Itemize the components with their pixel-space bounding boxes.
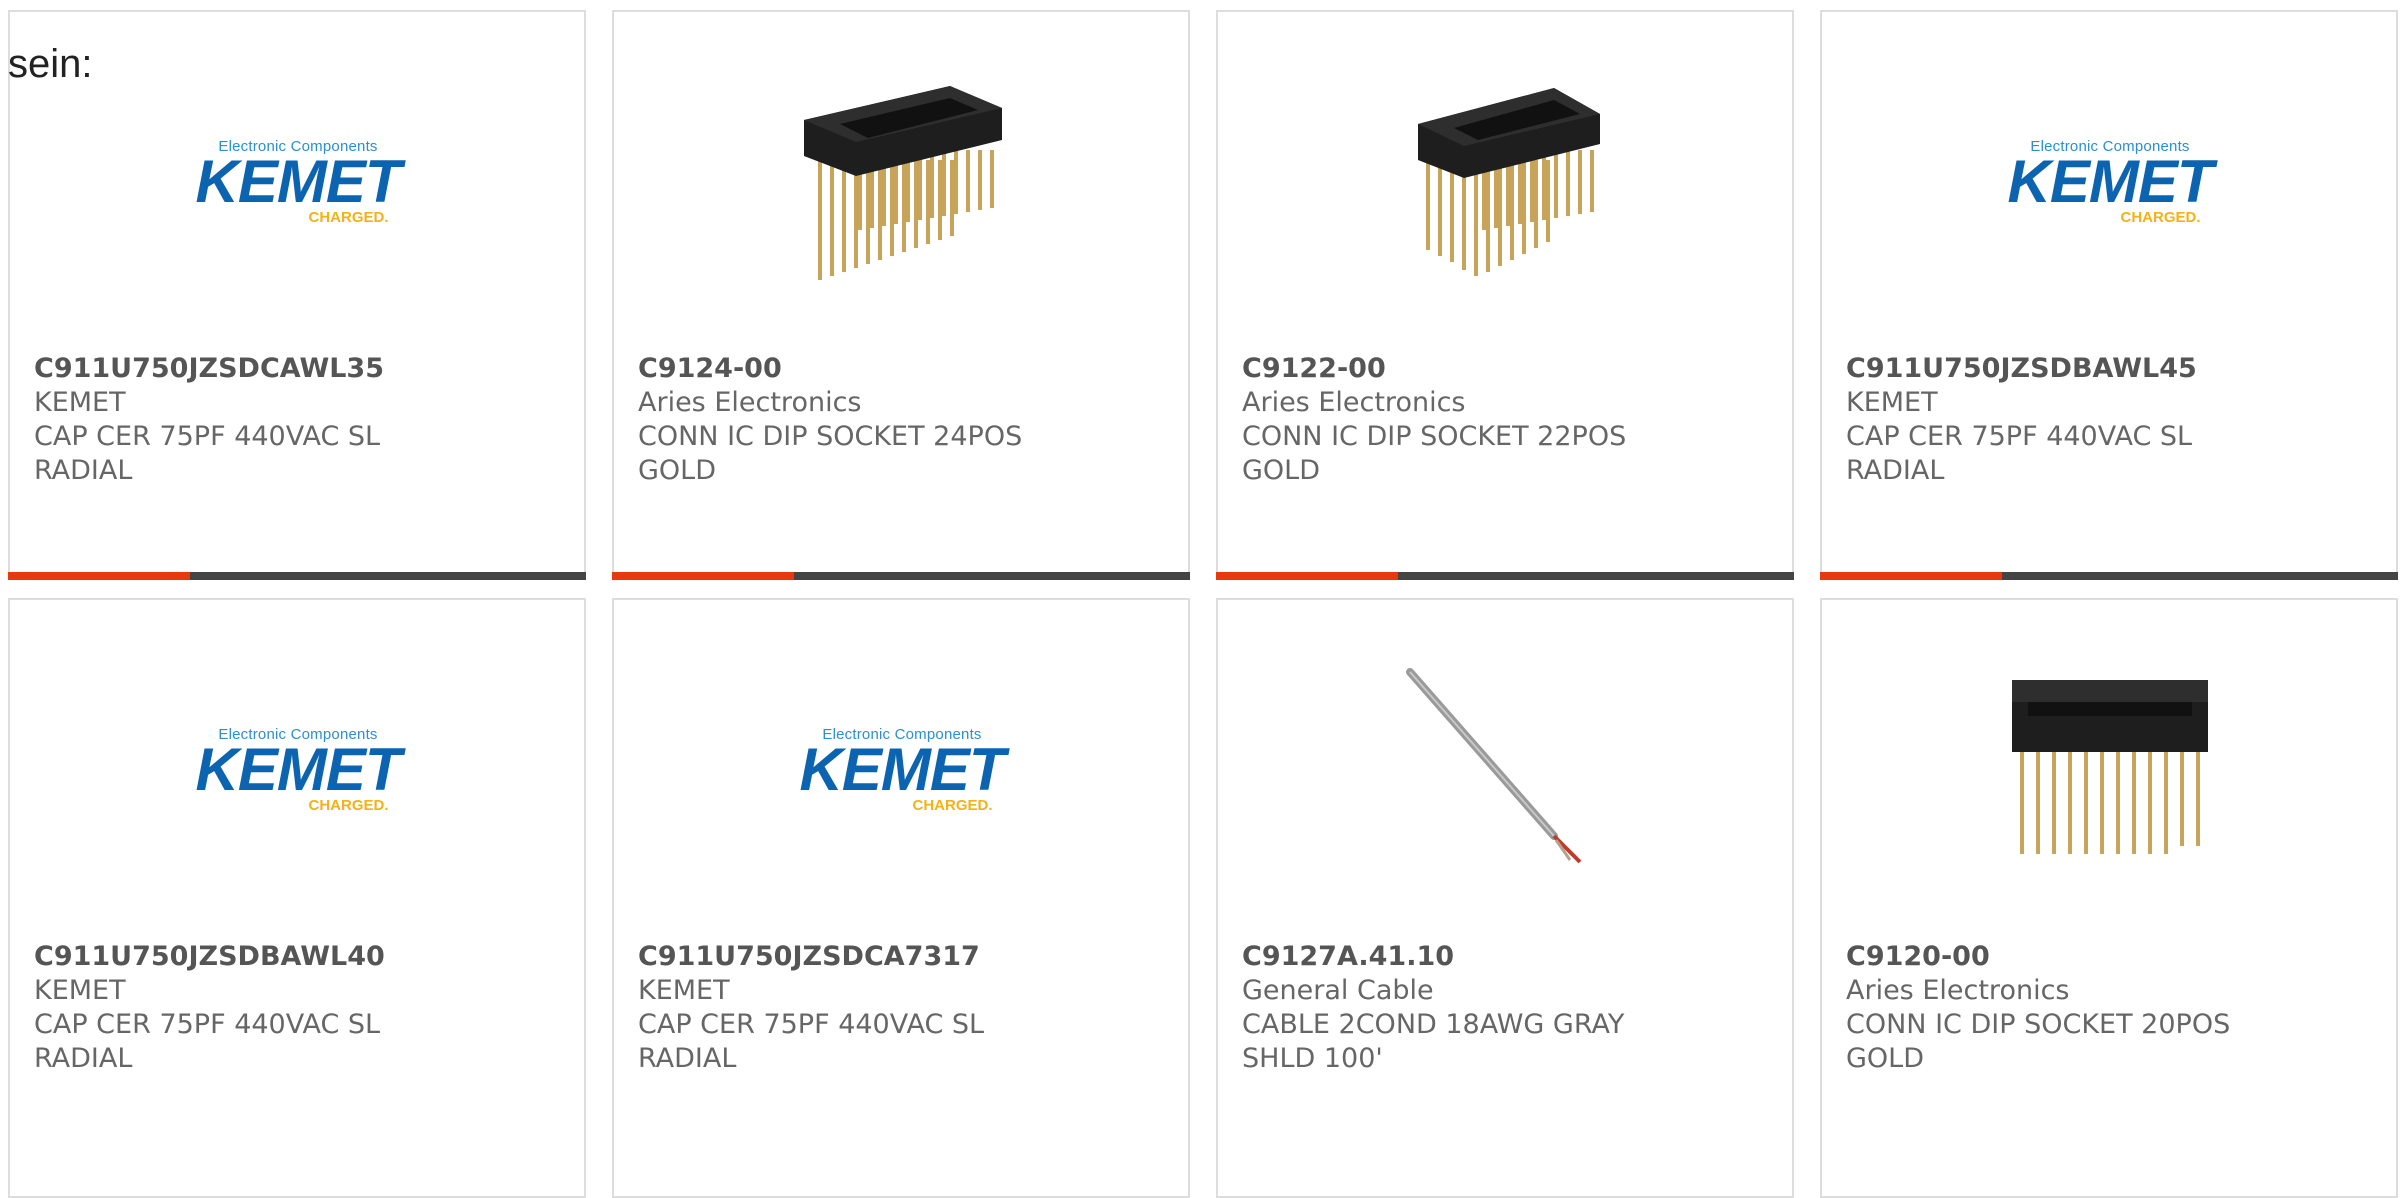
card-bottom-bar [8, 572, 586, 580]
part-number-link[interactable]: C9120-00 [1846, 940, 2366, 974]
dip-socket-image [1404, 80, 1608, 284]
product-card[interactable]: C9127A.41.10 General Cable CABLE 2COND 1… [1216, 598, 1794, 1198]
logo-brand-text: KEMET [799, 736, 1006, 803]
kemet-logo-image: Electronic Components KEMET CHARGED. [195, 668, 402, 872]
product-card[interactable]: C9120-00 Aries Electronics CONN IC DIP S… [1820, 598, 2398, 1198]
part-number-link[interactable]: C9122-00 [1242, 352, 1762, 386]
manufacturer-name: Aries Electronics [638, 387, 862, 418]
product-card[interactable]: Electronic Components KEMET CHARGED. C91… [1820, 10, 2398, 580]
part-number-link[interactable]: C9127A.41.10 [1242, 940, 1762, 974]
part-number-link[interactable]: C9124-00 [638, 352, 1158, 386]
part-number-link[interactable]: C911U750JZSDCAWL35 [34, 352, 554, 386]
product-card[interactable]: C9122-00 Aries Electronics CONN IC DIP S… [1216, 10, 1794, 580]
manufacturer-name: KEMET [638, 975, 730, 1006]
description-line-2: SHLD 100' [1242, 1043, 1383, 1074]
card-bottom-bar [1820, 572, 2398, 580]
dip-socket-image [2008, 668, 2212, 872]
description-line-2: GOLD [1242, 455, 1321, 486]
card-accent-bar [1820, 572, 2002, 580]
product-card[interactable]: Electronic Components KEMET CHARGED. C91… [8, 598, 586, 1198]
kemet-logo-image: Electronic Components KEMET CHARGED. [2007, 80, 2214, 284]
description-line-2: RADIAL [34, 1043, 133, 1074]
description-line-1: CAP CER 75PF 440VAC SL [1846, 421, 2193, 452]
card-accent-bar [1216, 572, 1398, 580]
description-line-1: CONN IC DIP SOCKET 22POS [1242, 421, 1627, 452]
manufacturer-name: KEMET [34, 387, 126, 418]
kemet-logo-image: Electronic Components KEMET CHARGED. [799, 668, 1006, 872]
manufacturer-name: Aries Electronics [1242, 387, 1466, 418]
description-line-1: CAP CER 75PF 440VAC SL [34, 421, 381, 452]
manufacturer-name: General Cable [1242, 975, 1434, 1006]
description-line-2: GOLD [1846, 1043, 1925, 1074]
card-accent-bar [8, 572, 190, 580]
card-bottom-bar [612, 572, 1190, 580]
description-line-1: CONN IC DIP SOCKET 20POS [1846, 1009, 2231, 1040]
dip-socket-22-icon [1418, 88, 1600, 276]
description-line-1: CAP CER 75PF 440VAC SL [34, 1009, 381, 1040]
product-grid: Electronic Components KEMET CHARGED. C91… [8, 10, 2400, 1198]
logo-brand-text: KEMET [2007, 148, 2214, 215]
product-card[interactable]: Electronic Components KEMET CHARGED. C91… [8, 10, 586, 580]
part-number-link[interactable]: C911U750JZSDCA7317 [638, 940, 1158, 974]
gray-cable-icon [1406, 668, 1582, 864]
logo-brand-text: KEMET [195, 736, 402, 803]
dip-socket-24-icon [804, 86, 1002, 280]
dip-socket-image [800, 80, 1004, 284]
manufacturer-name: KEMET [34, 975, 126, 1006]
description-line-2: RADIAL [34, 455, 133, 486]
description-line-1: CABLE 2COND 18AWG GRAY [1242, 1009, 1625, 1040]
card-bottom-bar [1216, 572, 1794, 580]
logo-brand-text: KEMET [195, 148, 402, 215]
manufacturer-name: KEMET [1846, 387, 1938, 418]
description-line-2: RADIAL [638, 1043, 737, 1074]
description-line-2: GOLD [638, 455, 717, 486]
dip-socket-20-icon [2012, 680, 2208, 854]
intro-text: sein: [8, 42, 93, 86]
product-card[interactable]: Electronic Components KEMET CHARGED. C91… [612, 598, 1190, 1198]
product-card[interactable]: C9124-00 Aries Electronics CONN IC DIP S… [612, 10, 1190, 580]
cable-image [1404, 668, 1608, 872]
card-accent-bar [612, 572, 794, 580]
part-number-link[interactable]: C911U750JZSDBAWL45 [1846, 352, 2366, 386]
part-number-link[interactable]: C911U750JZSDBAWL40 [34, 940, 554, 974]
description-line-1: CAP CER 75PF 440VAC SL [638, 1009, 985, 1040]
manufacturer-name: Aries Electronics [1846, 975, 2070, 1006]
kemet-logo-image: Electronic Components KEMET CHARGED. [195, 80, 402, 284]
description-line-2: RADIAL [1846, 455, 1945, 486]
description-line-1: CONN IC DIP SOCKET 24POS [638, 421, 1023, 452]
